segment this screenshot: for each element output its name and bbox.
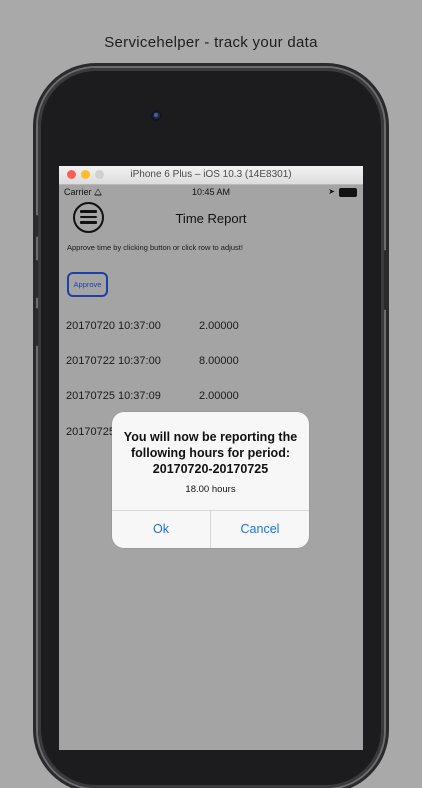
volume-down-button <box>35 308 38 346</box>
approve-button[interactable]: Approve <box>67 272 108 297</box>
nav-bar: Time Report <box>59 200 363 236</box>
power-button <box>384 250 387 310</box>
report-confirm-alert: You will now be reporting the following … <box>112 412 309 548</box>
row-hours: 2.00000 <box>199 320 239 332</box>
row-hours: 8.00000 <box>199 355 239 367</box>
page-title: Time Report <box>175 211 247 226</box>
ios-status-bar: Carrier ⧋ 10:45 AM ➤ <box>59 185 363 199</box>
alert-message: 18.00 hours <box>185 484 236 495</box>
status-time: 10:45 AM <box>191 187 231 197</box>
row-date: 20170725 <box>66 426 115 438</box>
instructions-text: Approve time by clicking button or click… <box>67 243 243 252</box>
row-date: 20170725 10:37:09 <box>66 390 161 402</box>
volume-up-button <box>35 260 38 298</box>
window-title: iPhone 6 Plus – iOS 10.3 (14E8301) <box>130 169 292 180</box>
mute-switch <box>35 215 38 237</box>
row-hours: 2.00000 <box>199 390 239 402</box>
location-icon: ➤ <box>328 187 335 196</box>
app-caption: Servicehelper - track your data <box>104 34 318 51</box>
simulator-titlebar[interactable]: iPhone 6 Plus – iOS 10.3 (14E8301) <box>59 166 363 185</box>
battery-icon <box>339 188 357 197</box>
front-camera-icon <box>151 110 162 121</box>
row-date: 20170722 10:37:00 <box>66 355 161 367</box>
row-date: 20170720 10:37:00 <box>66 320 161 332</box>
alert-title: You will now be reporting the following … <box>123 430 298 476</box>
cancel-button[interactable]: Cancel <box>211 511 309 548</box>
ok-button[interactable]: Ok <box>112 511 210 548</box>
